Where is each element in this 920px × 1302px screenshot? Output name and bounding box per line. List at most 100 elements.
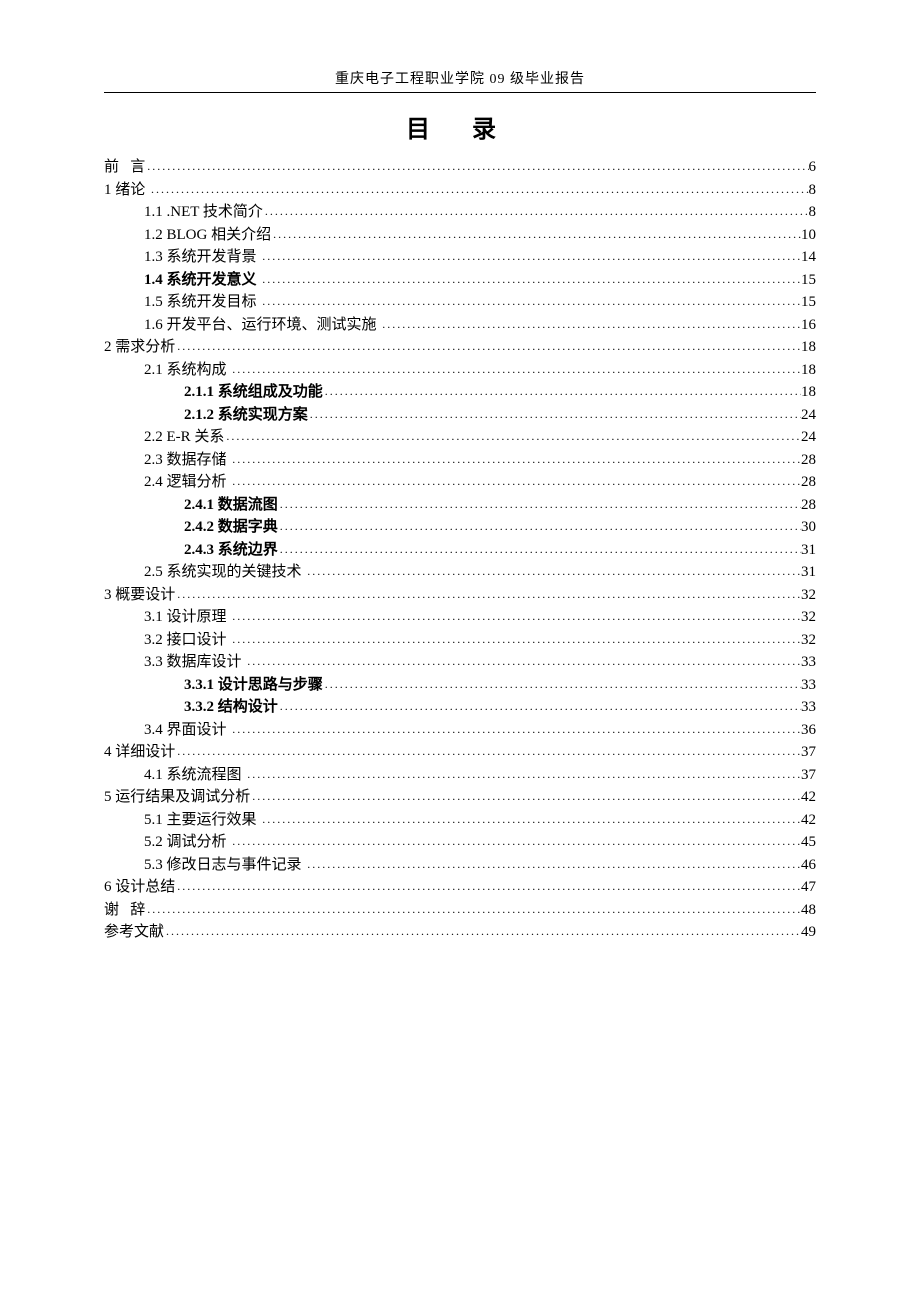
toc-entry-label: 2.4 逻辑分析 [104, 471, 230, 494]
toc-entry: 2.4.1 数据流图 28 [104, 494, 816, 517]
toc-entry-label: 4 详细设计 [104, 741, 175, 764]
page-header: 重庆电子工程职业学院 09 级毕业报告 [104, 68, 816, 88]
toc-leader-dots [145, 900, 801, 918]
toc-leader-dots [145, 157, 808, 175]
toc-title: 目 录 [104, 109, 816, 144]
toc-entry-label: 2.4.1 数据流图 [104, 494, 278, 517]
toc-entry: 3.2 接口设计 32 [104, 629, 816, 652]
toc-entry-label: 4.1 系统流程图 [104, 764, 245, 787]
toc-entry: 5.3 修改日志与事件记录 46 [104, 854, 816, 877]
toc-entry-page: 47 [801, 876, 816, 899]
toc-entry-label: 1.5 系统开发目标 [104, 291, 260, 314]
toc-entry: 2 需求分析18 [104, 336, 816, 359]
toc-leader-dots [305, 855, 801, 873]
toc-entry-label: 2.1 系统构成 [104, 359, 230, 382]
toc-entry-page: 6 [809, 156, 817, 179]
toc-entry-page: 32 [801, 584, 816, 607]
toc-leader-dots [175, 877, 801, 895]
toc-entry-label: 2.3 数据存储 [104, 449, 230, 472]
toc-leader-dots [230, 720, 801, 738]
toc-entry: 2.2 E-R 关系24 [104, 426, 816, 449]
toc-entry: 2.4 逻辑分析 28 [104, 471, 816, 494]
toc-entry-page: 28 [801, 471, 816, 494]
toc-entry: 2.1 系统构成 18 [104, 359, 816, 382]
toc-entry-page: 15 [801, 291, 816, 314]
toc-leader-dots [250, 787, 801, 805]
toc-entry: 1.3 系统开发背景 14 [104, 246, 816, 269]
toc-entry-page: 46 [801, 854, 816, 877]
toc-entry-label: 3.4 界面设计 [104, 719, 230, 742]
toc-entry-page: 42 [801, 809, 816, 832]
toc-entry-page: 10 [801, 224, 816, 247]
toc-entry-page: 28 [801, 494, 816, 517]
toc-leader-dots [175, 742, 801, 760]
toc-leader-dots [305, 562, 801, 580]
toc-entry: 3.3 数据库设计 33 [104, 651, 816, 674]
toc-entry-label: 2.4.3 系统边界 [104, 539, 278, 562]
toc-leader-dots [278, 495, 801, 513]
toc-entry-label: 3.3.1 设计思路与步骤 [104, 674, 323, 697]
toc-entry-page: 24 [801, 404, 816, 427]
table-of-contents: 前 言61 绪论 81.1 .NET 技术简介81.2 BLOG 相关介绍101… [104, 156, 816, 944]
toc-leader-dots [323, 675, 801, 693]
toc-entry-page: 37 [801, 764, 816, 787]
toc-entry-page: 14 [801, 246, 816, 269]
toc-leader-dots [260, 247, 801, 265]
toc-entry: 1 绪论 8 [104, 179, 816, 202]
toc-entry-page: 15 [801, 269, 816, 292]
toc-entry: 1.4 系统开发意义 15 [104, 269, 816, 292]
toc-entry-label: 1.1 .NET 技术简介 [104, 201, 263, 224]
toc-entry-page: 8 [809, 201, 817, 224]
toc-entry: 2.4.2 数据字典30 [104, 516, 816, 539]
toc-leader-dots [175, 585, 801, 603]
toc-entry-page: 33 [801, 674, 816, 697]
toc-leader-dots [230, 450, 801, 468]
toc-entry: 参考文献49 [104, 921, 816, 944]
toc-entry-page: 31 [801, 561, 816, 584]
toc-leader-dots [380, 315, 801, 333]
toc-entry-label: 1.2 BLOG 相关介绍 [104, 224, 271, 247]
toc-entry: 2.4.3 系统边界 31 [104, 539, 816, 562]
toc-entry-page: 8 [809, 179, 817, 202]
toc-leader-dots [278, 517, 801, 535]
toc-entry-page: 33 [801, 696, 816, 719]
toc-entry-page: 18 [801, 381, 816, 404]
document-page: 重庆电子工程职业学院 09 级毕业报告 目 录 前 言 61 绪论 81.1 .N… [0, 0, 920, 1302]
toc-entry-label: 3.3 数据库设计 [104, 651, 245, 674]
toc-entry-label: 3.1 设计原理 [104, 606, 230, 629]
toc-entry: 1.5 系统开发目标 15 [104, 291, 816, 314]
toc-entry-label: 3 概要设计 [104, 584, 175, 607]
toc-entry-page: 48 [801, 899, 816, 922]
toc-leader-dots [271, 225, 801, 243]
toc-entry-label: 1.3 系统开发背景 [104, 246, 260, 269]
toc-leader-dots [175, 337, 801, 355]
toc-entry-page: 31 [801, 539, 816, 562]
toc-entry-page: 18 [801, 359, 816, 382]
toc-entry: 2.3 数据存储 28 [104, 449, 816, 472]
toc-leader-dots [224, 427, 801, 445]
toc-entry: 3.4 界面设计 36 [104, 719, 816, 742]
toc-entry: 谢 辞48 [104, 899, 816, 922]
toc-entry-label: 3.3.2 结构设计 [104, 696, 278, 719]
toc-entry: 3 概要设计 32 [104, 584, 816, 607]
toc-leader-dots [230, 607, 801, 625]
toc-entry-label: 5.2 调试分析 [104, 831, 230, 854]
toc-entry-label: 5.3 修改日志与事件记录 [104, 854, 305, 877]
toc-leader-dots [164, 922, 801, 940]
header-rule [104, 92, 816, 93]
toc-leader-dots [260, 270, 801, 288]
toc-entry: 1.2 BLOG 相关介绍 10 [104, 224, 816, 247]
toc-leader-dots [230, 630, 801, 648]
toc-entry-label: 2 需求分析 [104, 336, 175, 359]
toc-entry-page: 36 [801, 719, 816, 742]
toc-leader-dots [278, 697, 801, 715]
toc-entry: 2.5 系统实现的关键技术 31 [104, 561, 816, 584]
toc-entry-page: 32 [801, 629, 816, 652]
toc-entry-page: 37 [801, 741, 816, 764]
toc-entry-label: 1.6 开发平台、运行环境、测试实施 [104, 314, 380, 337]
toc-entry-page: 49 [801, 921, 816, 944]
toc-entry-label: 2.1.1 系统组成及功能 [104, 381, 323, 404]
toc-entry-page: 30 [801, 516, 816, 539]
toc-entry-label: 前 言 [104, 156, 145, 179]
toc-entry: 5 运行结果及调试分析42 [104, 786, 816, 809]
